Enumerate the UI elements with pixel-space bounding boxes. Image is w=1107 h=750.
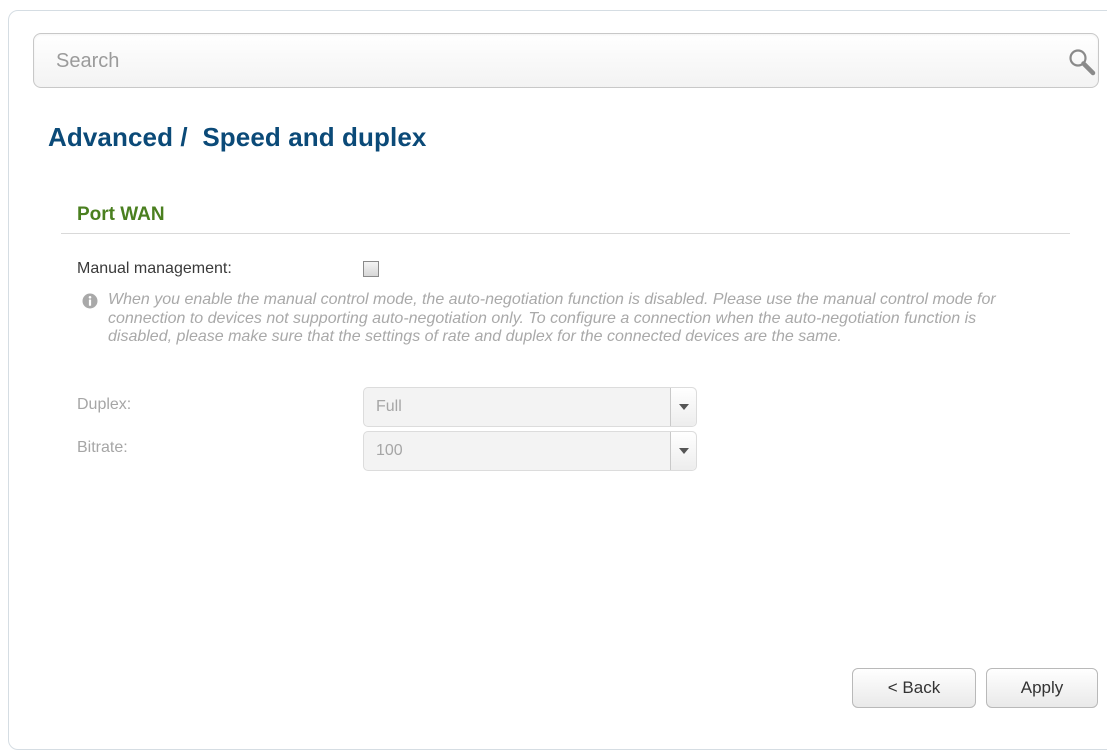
section-title: Port WAN xyxy=(77,204,165,225)
duplex-select-value: Full xyxy=(376,398,402,415)
back-button[interactable]: < Back xyxy=(852,668,976,708)
main-panel xyxy=(8,10,1107,750)
bitrate-select[interactable]: 100 xyxy=(363,431,697,471)
bitrate-label: Bitrate: xyxy=(77,439,128,456)
section-divider xyxy=(61,233,1070,234)
search-icon[interactable] xyxy=(1066,46,1100,80)
bitrate-select-value: 100 xyxy=(376,442,403,459)
manual-management-checkbox[interactable] xyxy=(363,261,379,277)
chevron-down-icon[interactable] xyxy=(670,432,696,470)
duplex-select[interactable]: Full xyxy=(363,387,697,427)
info-icon xyxy=(82,293,98,309)
search-bar xyxy=(33,33,1099,88)
duplex-label: Duplex: xyxy=(77,396,132,413)
manual-management-label: Manual management: xyxy=(77,260,232,277)
info-text: When you enable the manual control mode,… xyxy=(108,291,996,345)
chevron-down-icon[interactable] xyxy=(670,388,696,426)
apply-button[interactable]: Apply xyxy=(986,668,1098,708)
search-input[interactable] xyxy=(56,46,1016,76)
page-title: Advanced / Speed and duplex xyxy=(48,122,427,152)
